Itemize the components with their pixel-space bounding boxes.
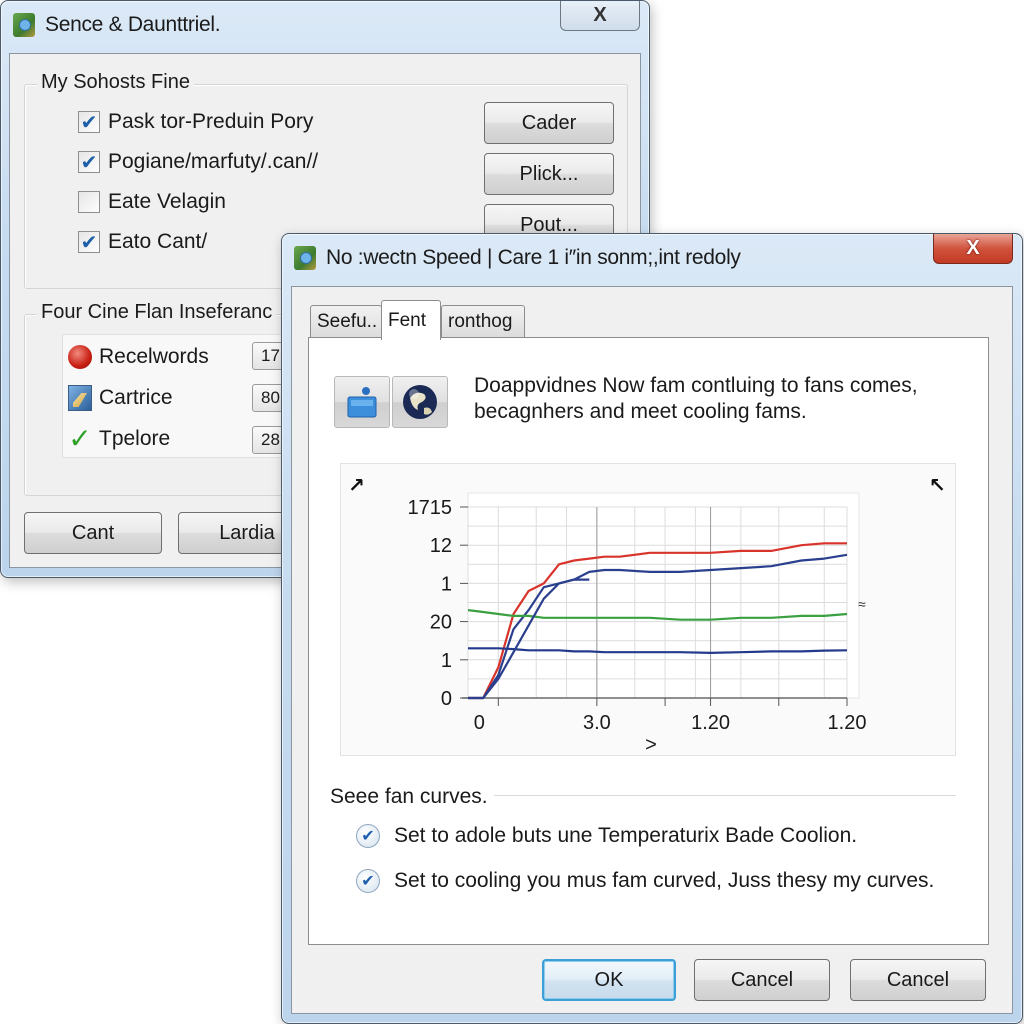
close-icon: X (593, 4, 607, 26)
option-row-0[interactable]: ✔ Set to adole buts une Temperaturix Bad… (356, 824, 857, 848)
checkbox-label: Pogiane/marfuty/.can// (108, 150, 319, 173)
front-window-close-button[interactable]: X (933, 234, 1013, 264)
tab-fent[interactable]: Fent (381, 300, 441, 340)
list-item-label: Cartrice (99, 386, 173, 409)
tab-ronthog[interactable]: ronthog (441, 305, 525, 337)
checkbox-row-1[interactable]: ✔ Pogiane/marfuty/.can// (78, 150, 318, 174)
front-window-titlebar[interactable]: No :wectn Speed | Care 1 i″in sonm;,int … (282, 234, 1022, 282)
globe-icon (403, 385, 437, 419)
option-row-1[interactable]: ✔ Set to cooling you mus fam curved, Jus… (356, 869, 934, 893)
globe-button[interactable] (392, 376, 448, 428)
close-icon: X (966, 237, 980, 259)
cader-button[interactable]: Cader (484, 102, 614, 144)
fan-device-icon (347, 387, 377, 418)
back-window-titlebar[interactable]: Sence & Daunttriel. (1, 1, 649, 49)
list-item-label: Tpelore (99, 427, 171, 450)
checkbox[interactable]: ✔ (78, 111, 100, 134)
blue-pencil-icon (67, 384, 93, 412)
cancel-button-2[interactable]: Cancel (850, 959, 986, 1001)
checkbox-row-0[interactable]: ✔ Pask tor-Preduin Pory (78, 110, 313, 134)
cancel-button[interactable]: Cancel (694, 959, 830, 1001)
list-item[interactable]: ✓ Tpelore (63, 421, 170, 457)
green-check-icon: ✓ (68, 423, 92, 454)
checkbox-label: Pask tor-Preduin Pory (108, 110, 314, 133)
list-item[interactable]: Recelwords (63, 339, 209, 375)
checkbox-row-2[interactable]: Eate Velagin (78, 190, 226, 214)
list-item[interactable]: Cartrice (63, 380, 173, 416)
group-legend: Four Cine Flan Inseferanc (37, 301, 277, 324)
back-window-close-button[interactable]: X (560, 1, 640, 31)
red-record-icon (67, 343, 93, 371)
description-line: Doappvidnes Now fam contluing to fans co… (474, 374, 918, 397)
app-icon (294, 246, 316, 270)
checkbox[interactable]: ✔ (78, 151, 100, 174)
front-window-title: No :wectn Speed | Care 1 i″in sonm;,int … (326, 246, 741, 269)
tab-seefu[interactable]: Seefu.. (310, 305, 382, 337)
back-window-title: Sence & Daunttriel. (45, 13, 221, 36)
checkbox-label: Eate Velagin (108, 190, 226, 213)
option-checkbox[interactable]: ✔ (356, 824, 380, 848)
description: Doappvidnes Now fam contluing to fans co… (474, 373, 918, 425)
option-checkbox[interactable]: ✔ (356, 869, 380, 893)
section-label: Seee fan curves. (330, 785, 494, 809)
app-icon (13, 13, 35, 37)
option-label: Set to adole buts une Temperaturix Bade … (394, 824, 858, 847)
ok-button[interactable]: OK (542, 959, 676, 1001)
checkbox[interactable] (78, 191, 100, 213)
list-item-label: Recelwords (99, 345, 209, 368)
fan-curve-chart-frame (340, 463, 956, 756)
checkbox[interactable]: ✔ (78, 231, 100, 254)
group-legend: My Sohosts Fine (37, 71, 194, 94)
plick-button[interactable]: Plick... (484, 153, 614, 195)
option-label: Set to cooling you mus fam curved, Juss … (394, 869, 935, 892)
cant-button[interactable]: Cant (24, 512, 162, 554)
checkbox-label: Eato Cant/ (108, 230, 208, 253)
checkbox-row-3[interactable]: ✔ Eato Cant/ (78, 230, 207, 254)
section-divider (470, 795, 956, 796)
fan-device-button[interactable] (334, 376, 390, 428)
description-line: becagnhers and meet cooling fams. (474, 400, 807, 423)
